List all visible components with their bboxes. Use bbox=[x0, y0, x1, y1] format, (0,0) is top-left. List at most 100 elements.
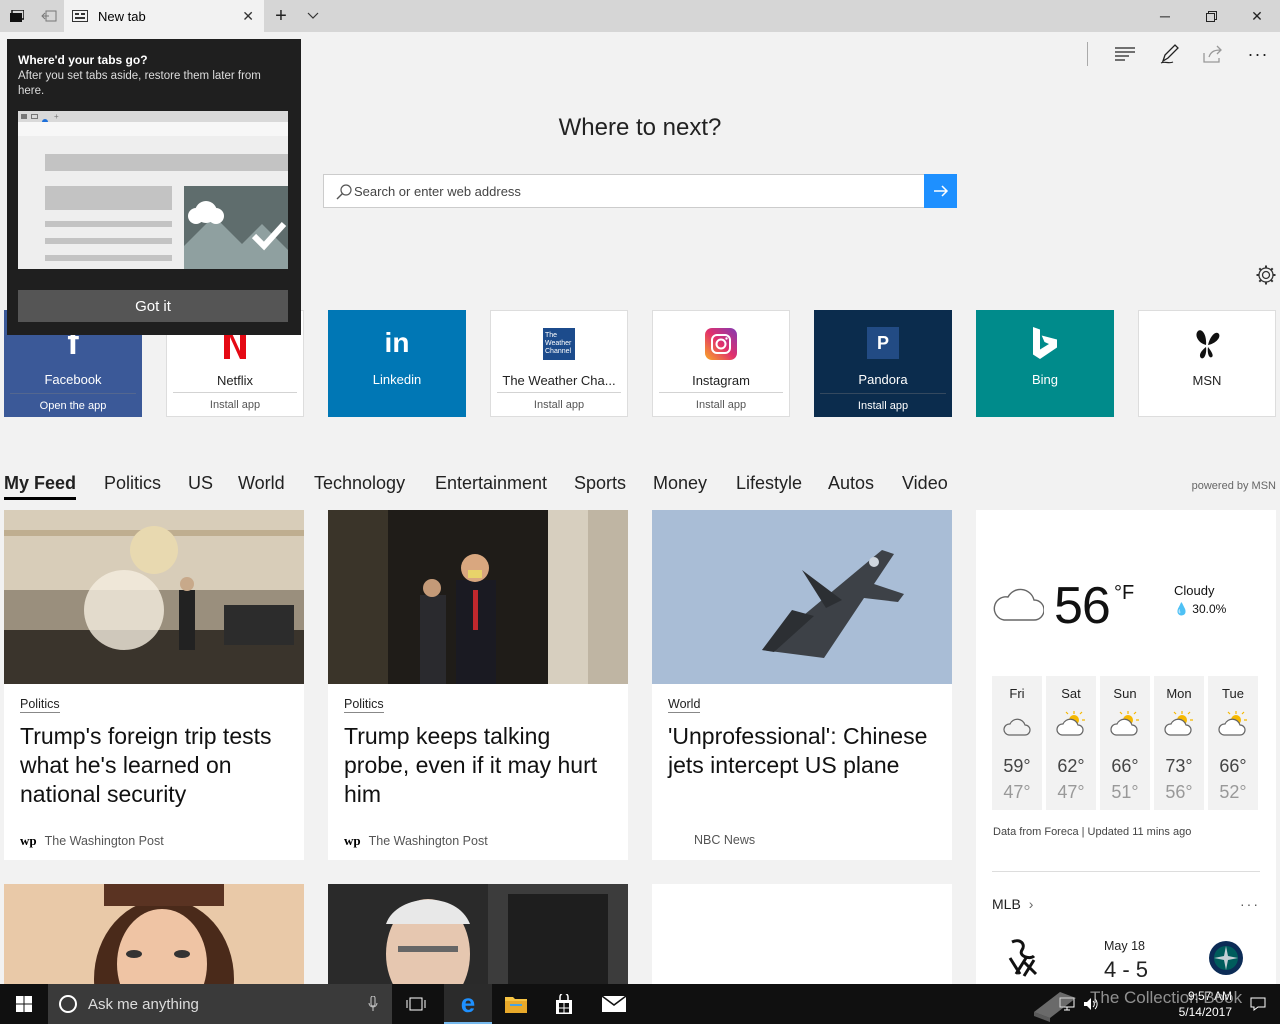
forecast-day-name: Tue bbox=[1222, 686, 1244, 701]
tile-name: Netflix bbox=[216, 373, 254, 388]
forecast-day[interactable]: Mon 73° 56° bbox=[1154, 676, 1204, 810]
forecast-low: 51° bbox=[1111, 782, 1139, 802]
tooltip-title: Where'd your tabs go? bbox=[18, 53, 148, 67]
tile-instagram[interactable]: Instagram Install app bbox=[652, 310, 790, 417]
cortana-search-box[interactable]: Ask me anything bbox=[48, 984, 392, 1024]
forecast-day[interactable]: Sat 62° 47° bbox=[1046, 676, 1096, 810]
got-it-button[interactable]: Got it bbox=[18, 290, 288, 322]
web-note-icon[interactable] bbox=[1155, 42, 1185, 66]
nav-technology[interactable]: Technology bbox=[314, 473, 405, 494]
restore-icon[interactable] bbox=[1188, 0, 1234, 32]
news-category[interactable]: Politics bbox=[344, 697, 384, 713]
tile-action[interactable]: Open the app bbox=[10, 393, 136, 417]
news-category[interactable]: Politics bbox=[20, 697, 60, 713]
news-card[interactable] bbox=[328, 884, 628, 984]
tabs-aside-tooltip: Where'd your tabs go? After you set tabs… bbox=[7, 39, 301, 335]
settings-gear-icon[interactable] bbox=[1255, 264, 1277, 286]
search-icon bbox=[336, 184, 352, 200]
forecast-high: 59° bbox=[1003, 756, 1031, 776]
raindrop-icon: 💧 bbox=[1174, 602, 1189, 616]
store-icon[interactable] bbox=[540, 984, 588, 1024]
action-center-icon[interactable] bbox=[1238, 984, 1278, 1024]
news-image[interactable] bbox=[328, 884, 628, 984]
nav-world[interactable]: World bbox=[238, 473, 285, 494]
mlb-link[interactable]: MLB › bbox=[992, 896, 1033, 912]
tab-title: New tab bbox=[98, 8, 146, 24]
tile-action[interactable]: Install app bbox=[659, 392, 783, 416]
news-headline[interactable]: Trump's foreign trip tests what he's lea… bbox=[20, 722, 292, 809]
linkedin-logo-icon: in bbox=[384, 327, 410, 358]
tile-action[interactable]: Install app bbox=[173, 392, 297, 416]
news-card[interactable] bbox=[4, 884, 304, 984]
nav-autos[interactable]: Autos bbox=[828, 473, 874, 494]
microphone-icon[interactable] bbox=[368, 996, 378, 1012]
current-temperature: 56 bbox=[1054, 577, 1111, 635]
nav-my-feed[interactable]: My Feed bbox=[4, 473, 77, 500]
temperature-unit[interactable]: °F bbox=[1114, 582, 1134, 605]
hub-icon[interactable] bbox=[1110, 42, 1140, 66]
tile-action[interactable]: Install app bbox=[497, 392, 621, 416]
news-headline[interactable]: 'Unprofessional': Chinese jets intercept… bbox=[668, 722, 940, 780]
tile-name: Pandora bbox=[858, 372, 908, 387]
close-window-icon[interactable]: ✕ bbox=[1234, 0, 1280, 32]
news-source: wp The Washington Post bbox=[344, 833, 488, 849]
address-search-box[interactable] bbox=[323, 174, 957, 208]
forecast-day[interactable]: Sun 66° 51° bbox=[1100, 676, 1150, 810]
tile-msn[interactable]: MSN bbox=[1138, 310, 1276, 417]
forecast-low: 47° bbox=[1003, 782, 1031, 802]
news-card[interactable]: Politics Trump's foreign trip tests what… bbox=[4, 510, 304, 860]
nav-politics[interactable]: Politics bbox=[104, 473, 161, 494]
nav-us[interactable]: US bbox=[188, 473, 213, 494]
windows-start-icon[interactable] bbox=[0, 984, 48, 1024]
search-go-button[interactable] bbox=[924, 174, 957, 208]
game-score: 4 - 5 bbox=[1104, 957, 1149, 982]
tab-preview-chevron-icon[interactable] bbox=[302, 0, 324, 32]
news-image[interactable] bbox=[4, 510, 304, 684]
tile-name: Instagram bbox=[692, 373, 750, 388]
more-icon[interactable]: ··· bbox=[1243, 42, 1273, 66]
tile-bing[interactable]: Bing bbox=[976, 310, 1114, 417]
news-image[interactable] bbox=[4, 884, 304, 984]
forecast-day[interactable]: Tue 66° 52° bbox=[1208, 676, 1258, 810]
weather-widget[interactable]: 56 °F Cloudy 💧 30.0% Fri 59° 47° Sat 62°… bbox=[976, 510, 1276, 984]
news-headline[interactable]: Trump keeps talking probe, even if it ma… bbox=[344, 722, 616, 809]
tab-new-tab[interactable]: New tab ✕ bbox=[64, 0, 264, 32]
tile-weather-channel[interactable]: The Weather Channel The Weather Cha... I… bbox=[490, 310, 628, 417]
news-card[interactable]: Politics Trump keeps talking probe, even… bbox=[328, 510, 628, 860]
nav-lifestyle[interactable]: Lifestyle bbox=[736, 473, 802, 494]
tile-linkedin[interactable]: in Linkedin bbox=[328, 310, 466, 417]
news-image[interactable] bbox=[652, 510, 952, 684]
forecast-day[interactable]: Fri 59° 47° bbox=[992, 676, 1042, 810]
tabs-aside-icon[interactable] bbox=[4, 0, 30, 32]
forecast-low: 47° bbox=[1057, 782, 1085, 802]
pandora-logo-icon: P bbox=[867, 326, 899, 360]
weather-channel-logo-icon: The Weather Channel bbox=[543, 327, 575, 361]
news-category[interactable]: World bbox=[668, 697, 701, 713]
mail-icon[interactable] bbox=[590, 984, 638, 1024]
search-input[interactable] bbox=[354, 175, 924, 207]
news-image[interactable] bbox=[328, 510, 628, 684]
chevron-right-icon: › bbox=[1028, 896, 1034, 912]
share-icon[interactable] bbox=[1198, 42, 1228, 66]
tile-pandora[interactable]: P Pandora Install app bbox=[814, 310, 952, 417]
nav-sports[interactable]: Sports bbox=[574, 473, 626, 494]
news-card[interactable] bbox=[652, 884, 952, 984]
task-view-icon[interactable] bbox=[396, 984, 436, 1024]
nav-video[interactable]: Video bbox=[902, 473, 948, 494]
tile-name: Linkedin bbox=[372, 372, 422, 387]
edge-taskbar-icon[interactable]: e bbox=[444, 984, 492, 1024]
tile-action[interactable]: Install app bbox=[820, 393, 946, 417]
weather-footer[interactable]: Data from Foreca | Updated 11 mins ago bbox=[993, 826, 1191, 838]
close-tab-icon[interactable]: ✕ bbox=[242, 8, 254, 25]
new-tab-icon[interactable]: + bbox=[270, 0, 292, 32]
nav-money[interactable]: Money bbox=[653, 473, 707, 494]
nav-entertainment[interactable]: Entertainment bbox=[435, 473, 547, 494]
news-card[interactable]: World 'Unprofessional': Chinese jets int… bbox=[652, 510, 952, 860]
mlb-more-icon[interactable]: ··· bbox=[1240, 896, 1260, 912]
set-tabs-aside-icon[interactable] bbox=[36, 0, 62, 32]
minimize-icon[interactable]: ─ bbox=[1142, 0, 1188, 32]
file-explorer-icon[interactable] bbox=[492, 984, 540, 1024]
watermark-text: The Collection Book bbox=[1090, 988, 1243, 1007]
partly-sunny-icon bbox=[1218, 711, 1247, 736]
tooltip-illustration: + bbox=[18, 111, 288, 269]
